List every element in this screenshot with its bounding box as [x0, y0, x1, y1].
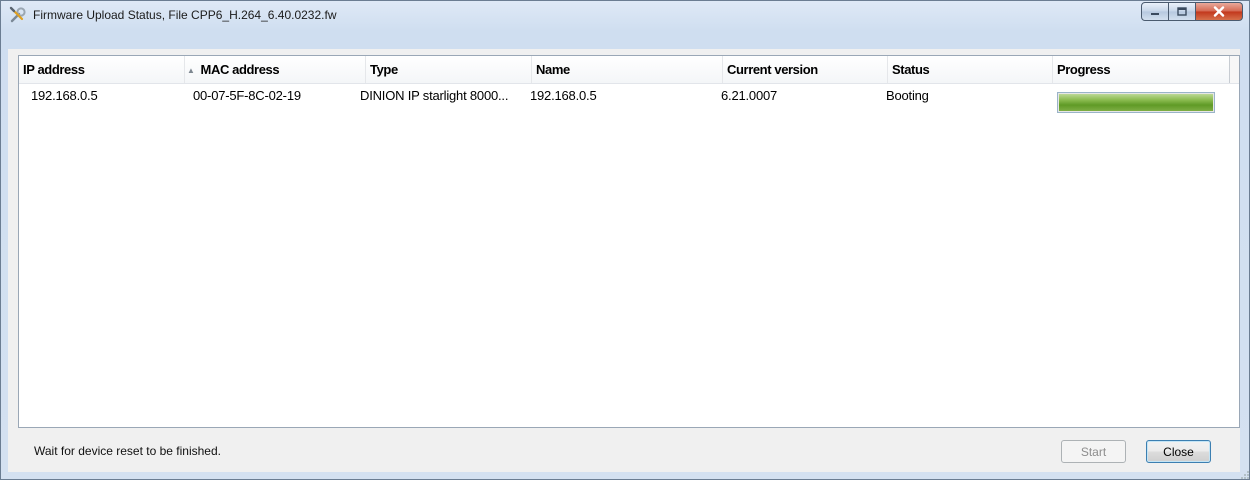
cell-name: 192.168.0.5	[530, 88, 597, 103]
header-scroll-stub	[1229, 56, 1239, 83]
device-list[interactable]: IP address ▲ MAC address Type Name Curren…	[18, 55, 1240, 428]
column-header-version[interactable]: Current version	[723, 56, 888, 83]
sort-ascending-icon: ▲	[187, 66, 195, 75]
close-window-button[interactable]	[1196, 2, 1243, 21]
window-title: Firmware Upload Status, File CPP6_H.264_…	[33, 8, 337, 22]
table-row[interactable]: 192.168.0.5 00-07-5F-8C-02-19 DINION IP …	[19, 83, 1239, 109]
start-button[interactable]: Start	[1061, 440, 1126, 463]
column-header-status[interactable]: Status	[888, 56, 1053, 83]
column-header-name[interactable]: Name	[532, 56, 723, 83]
resize-grip-icon[interactable]	[1240, 470, 1250, 480]
minimize-button[interactable]	[1141, 2, 1169, 21]
cell-ip: 192.168.0.5	[31, 88, 98, 103]
window-controls	[1141, 2, 1243, 21]
column-header-progress[interactable]: Progress	[1053, 56, 1231, 83]
minimize-icon	[1151, 12, 1159, 15]
wrench-screwdriver-icon	[9, 6, 27, 24]
close-button[interactable]: Close	[1146, 440, 1211, 463]
title-bar[interactable]: Firmware Upload Status, File CPP6_H.264_…	[1, 1, 1249, 29]
progress-bar-fill	[1059, 94, 1213, 111]
cell-version: 6.21.0007	[721, 88, 778, 103]
cell-type: DINION IP starlight 8000...	[360, 88, 509, 103]
column-header-row: IP address ▲ MAC address Type Name Curren…	[19, 56, 1239, 84]
status-message: Wait for device reset to be finished.	[34, 444, 221, 458]
maximize-button[interactable]	[1169, 2, 1196, 21]
cell-mac: 00-07-5F-8C-02-19	[193, 88, 301, 103]
cell-status: Booting	[886, 88, 929, 103]
column-header-mac[interactable]: ▲ MAC address	[185, 56, 366, 83]
progress-bar	[1057, 92, 1215, 113]
maximize-icon	[1177, 7, 1187, 16]
column-header-ip[interactable]: IP address	[19, 56, 185, 83]
close-icon	[1213, 6, 1225, 17]
column-header-type[interactable]: Type	[366, 56, 532, 83]
